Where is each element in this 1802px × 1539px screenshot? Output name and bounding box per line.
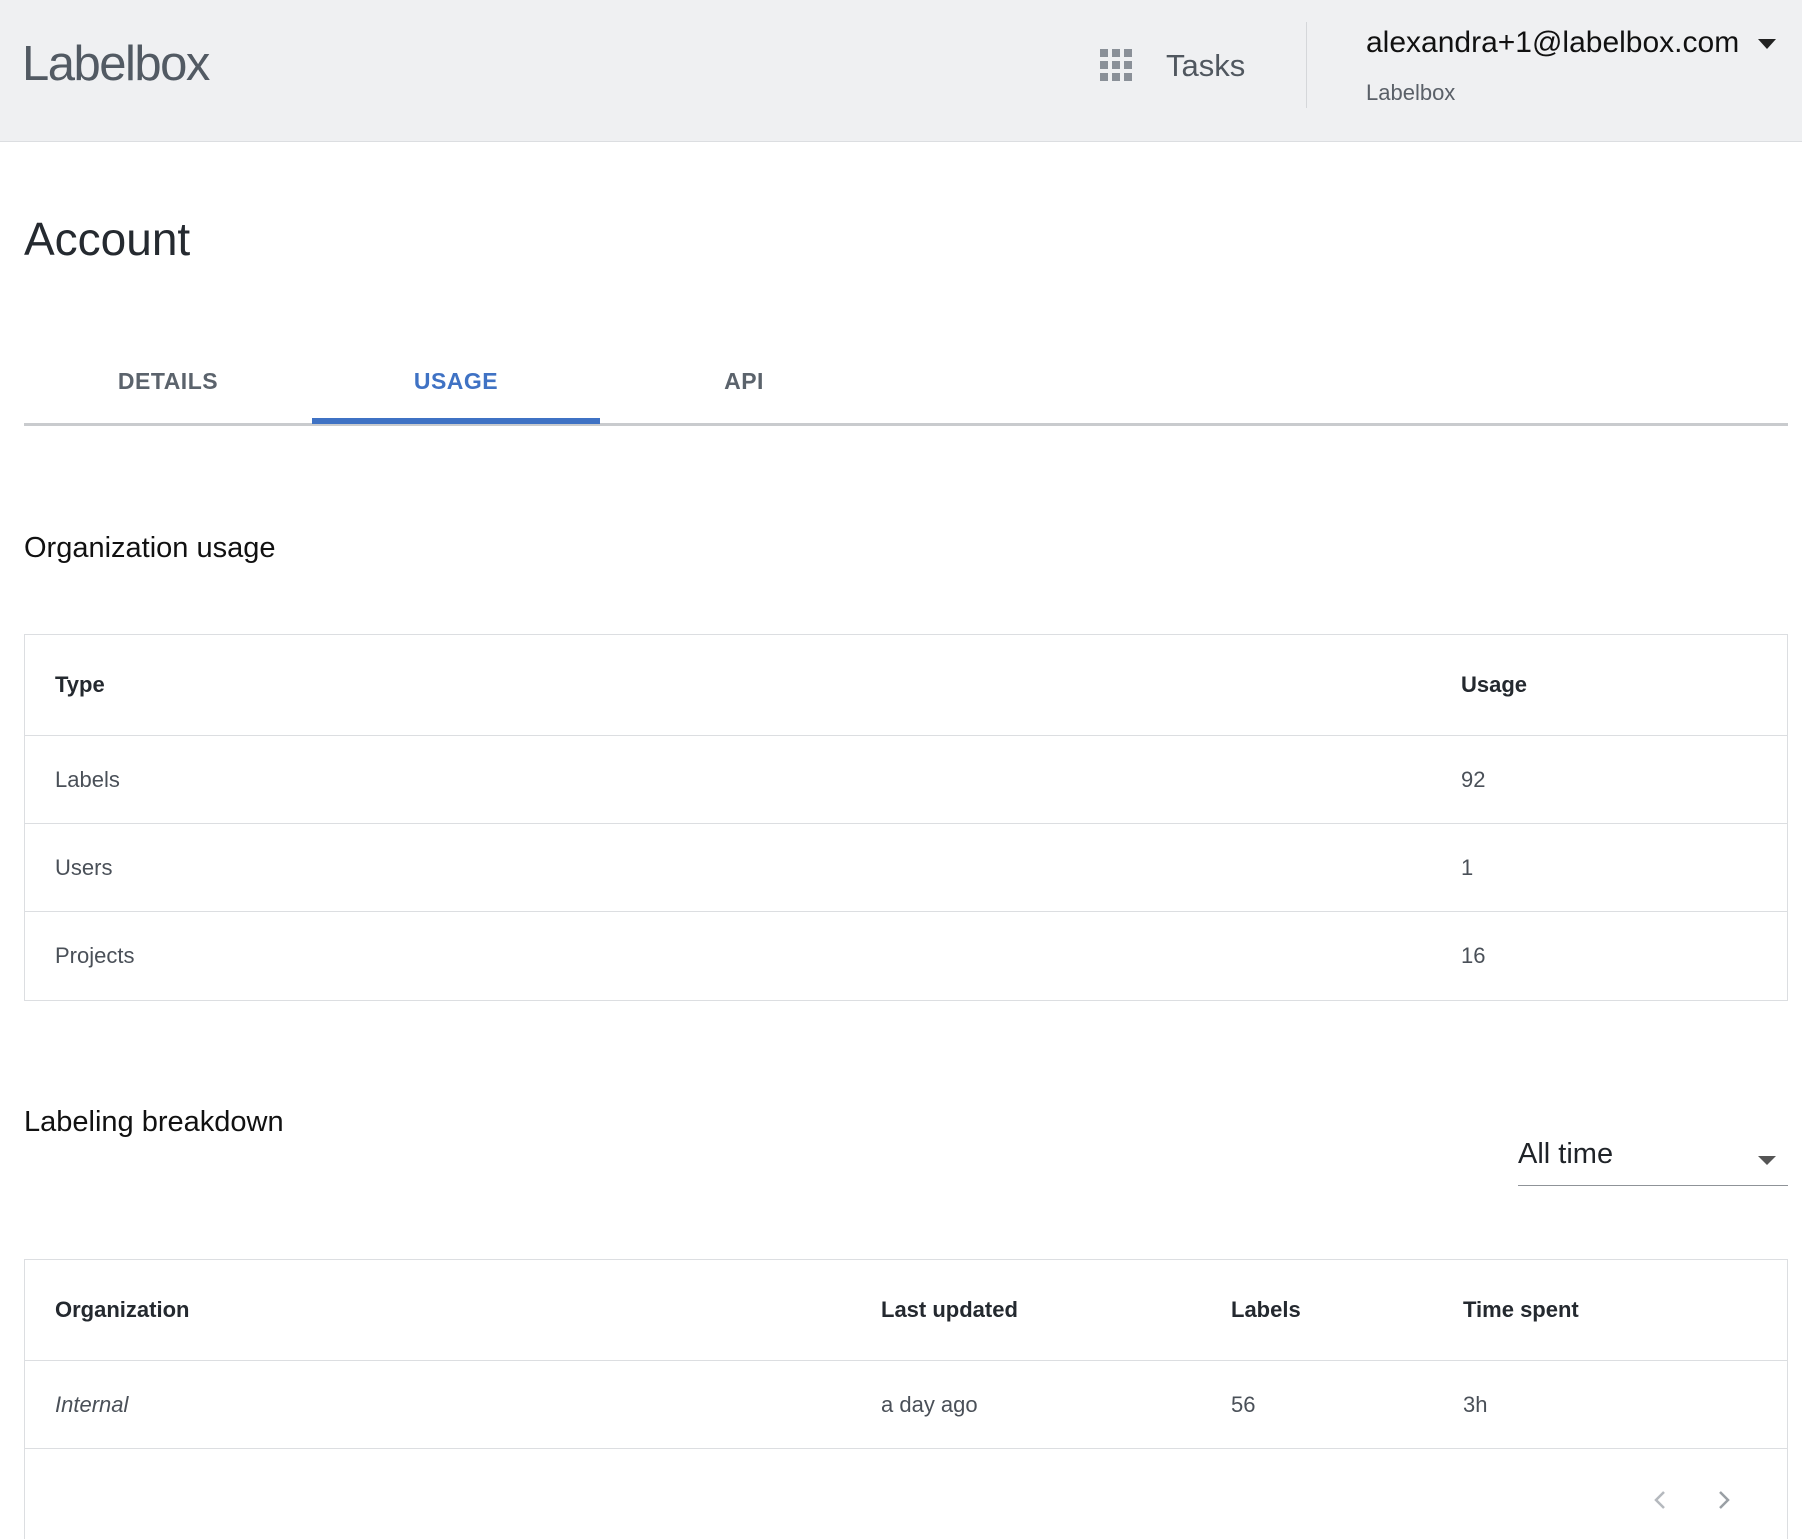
labeling-breakdown-title: Labeling breakdown: [24, 1106, 284, 1138]
usage-value: 92: [1461, 766, 1486, 792]
labels-count: 56: [1231, 1391, 1256, 1417]
labelbox-logo[interactable]: Labelbox: [22, 36, 210, 92]
chevron-left-icon: [1654, 1491, 1665, 1509]
caret-down-icon: [1758, 1156, 1776, 1165]
tab-api[interactable]: API: [600, 340, 888, 423]
table-header-row: Type Usage: [25, 635, 1787, 736]
account-email: alexandra+1@labelbox.com: [1366, 26, 1740, 59]
tab-details[interactable]: DETAILS: [24, 340, 312, 423]
table-header-row: Organization Last updated Labels Time sp…: [25, 1260, 1787, 1361]
usage-type: Labels: [55, 766, 120, 792]
account-tabs: DETAILS USAGE API: [24, 340, 1788, 426]
table-row: Users 1: [25, 824, 1787, 912]
column-header-last-updated[interactable]: Last updated: [881, 1297, 1018, 1323]
usage-type: Users: [55, 854, 113, 880]
caret-down-icon[interactable]: [1758, 39, 1776, 49]
column-header-time-spent[interactable]: Time spent: [1463, 1297, 1579, 1323]
labeling-breakdown-table: Organization Last updated Labels Time sp…: [24, 1259, 1788, 1539]
time-range-select[interactable]: All time: [1518, 1128, 1788, 1186]
previous-page-button[interactable]: [1640, 1480, 1680, 1520]
account-organization: Labelbox: [1366, 80, 1456, 105]
next-page-button[interactable]: [1704, 1480, 1744, 1520]
account-menu[interactable]: alexandra+1@labelbox.com Labelbox: [1366, 26, 1739, 106]
table-row: Internal a day ago 56 3h: [25, 1361, 1787, 1449]
organization-usage-table: Type Usage Labels 92 Users 1 Projects 16: [24, 634, 1788, 1001]
organization-usage-title: Organization usage: [24, 532, 276, 564]
table-row: Labels 92: [25, 736, 1787, 824]
grid-icon: [1100, 49, 1134, 83]
page-title: Account: [24, 213, 191, 265]
usage-value: 16: [1461, 943, 1486, 968]
time-spent-value: 3h: [1463, 1391, 1488, 1417]
active-tab-indicator: [312, 418, 600, 424]
topbar-divider: [1306, 22, 1307, 108]
chevron-right-icon: [1719, 1491, 1730, 1509]
column-header-organization[interactable]: Organization: [55, 1297, 189, 1323]
tasks-button[interactable]: Tasks: [1100, 40, 1245, 92]
tab-usage[interactable]: USAGE: [312, 340, 600, 423]
time-range-value: All time: [1518, 1138, 1614, 1170]
usage-type: Projects: [55, 943, 135, 968]
usage-value: 1: [1461, 854, 1474, 880]
organization-name: Internal: [55, 1391, 129, 1417]
column-header-usage[interactable]: Usage: [1461, 672, 1527, 698]
tasks-label: Tasks: [1166, 48, 1246, 83]
last-updated-value: a day ago: [881, 1391, 978, 1417]
column-header-labels[interactable]: Labels: [1231, 1297, 1301, 1323]
column-header-type[interactable]: Type: [55, 672, 105, 698]
top-bar: Labelbox Tasks alexandra+1@labelbox.com …: [0, 0, 1802, 142]
table-row: Projects 16: [25, 912, 1787, 1000]
